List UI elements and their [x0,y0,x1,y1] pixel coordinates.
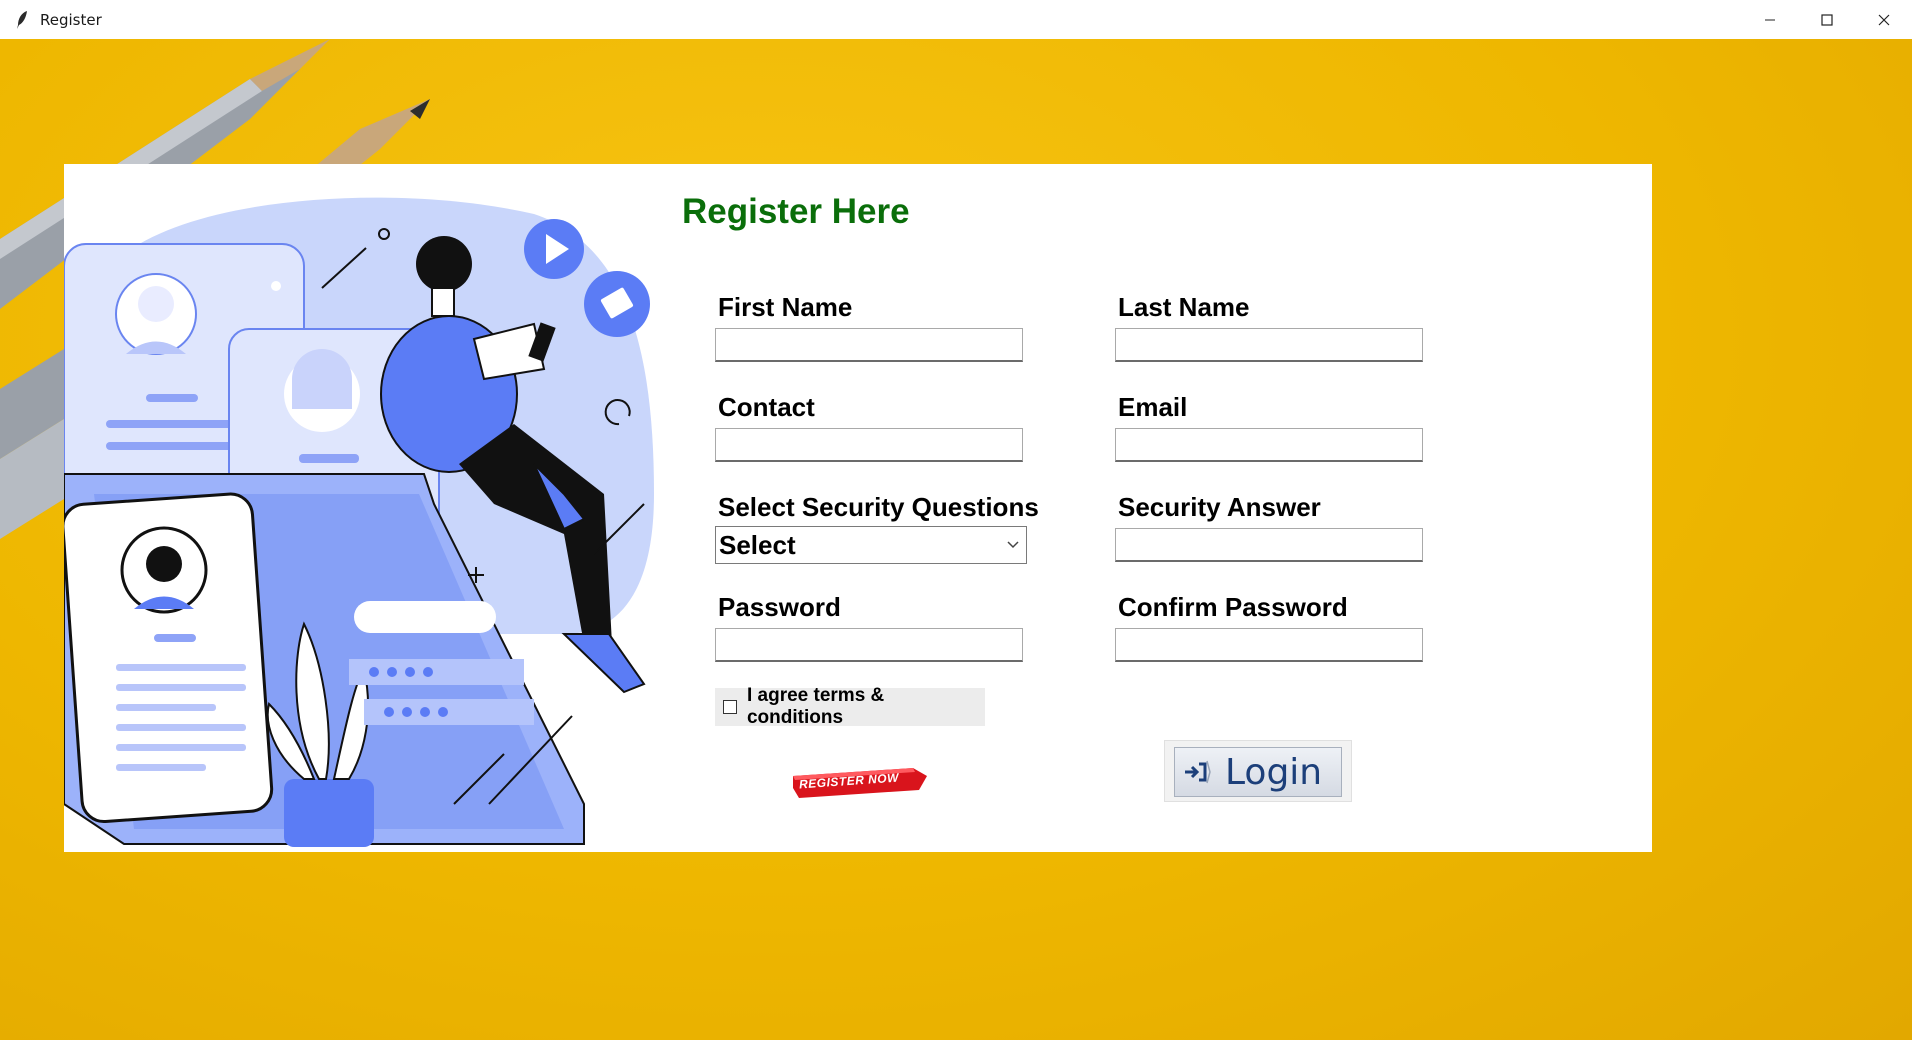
security-question-select[interactable]: Select [715,526,1027,564]
window-title: Register [40,10,102,29]
terms-label: I agree terms & conditions [746,685,885,728]
login-arrow-icon [1185,760,1211,784]
window-controls [1741,0,1912,39]
email-label: Email [1118,392,1188,422]
first-name-field[interactable] [715,328,1023,362]
close-icon [1878,14,1889,25]
first-name-label: First Name [718,292,853,322]
login-button[interactable]: Login [1164,740,1352,802]
minimize-button[interactable] [1741,0,1798,39]
maximize-icon [1820,13,1833,26]
register-card: Register Here First Name Last Name Conta… [64,164,1652,852]
contact-field[interactable] [715,428,1023,462]
confirm-password-label: Confirm Password [1118,592,1348,622]
login-button-face: Login [1174,747,1342,797]
contact-label: Contact [718,392,815,422]
maximize-button[interactable] [1798,0,1855,39]
email-field[interactable] [1115,428,1423,462]
security-answer-label: Security Answer [1118,492,1321,522]
password-label: Password [718,592,841,622]
login-label: Login [1225,751,1323,793]
form-title: Register Here [682,192,910,231]
register-window: Register Register Here First Name Last N… [0,0,1912,1040]
title-bar: Register [0,0,1912,40]
security-question-value: Select [719,529,796,560]
close-button[interactable] [1855,0,1912,39]
chevron-down-icon [1007,541,1019,549]
minimize-icon [1764,19,1775,20]
confirm-password-field[interactable] [1115,628,1423,662]
last-name-label: Last Name [1118,292,1250,322]
feather-icon [12,10,32,30]
register-now-button[interactable]: REGISTER NOW [791,762,929,802]
security-question-label: Select Security Questions [718,492,1039,522]
terms-checkbox-row[interactable]: I agree terms & conditions [715,685,985,728]
last-name-field[interactable] [1115,328,1423,362]
terms-checkbox[interactable] [723,700,737,714]
illustration-image [64,197,654,847]
security-answer-field[interactable] [1115,528,1423,562]
password-field[interactable] [715,628,1023,662]
